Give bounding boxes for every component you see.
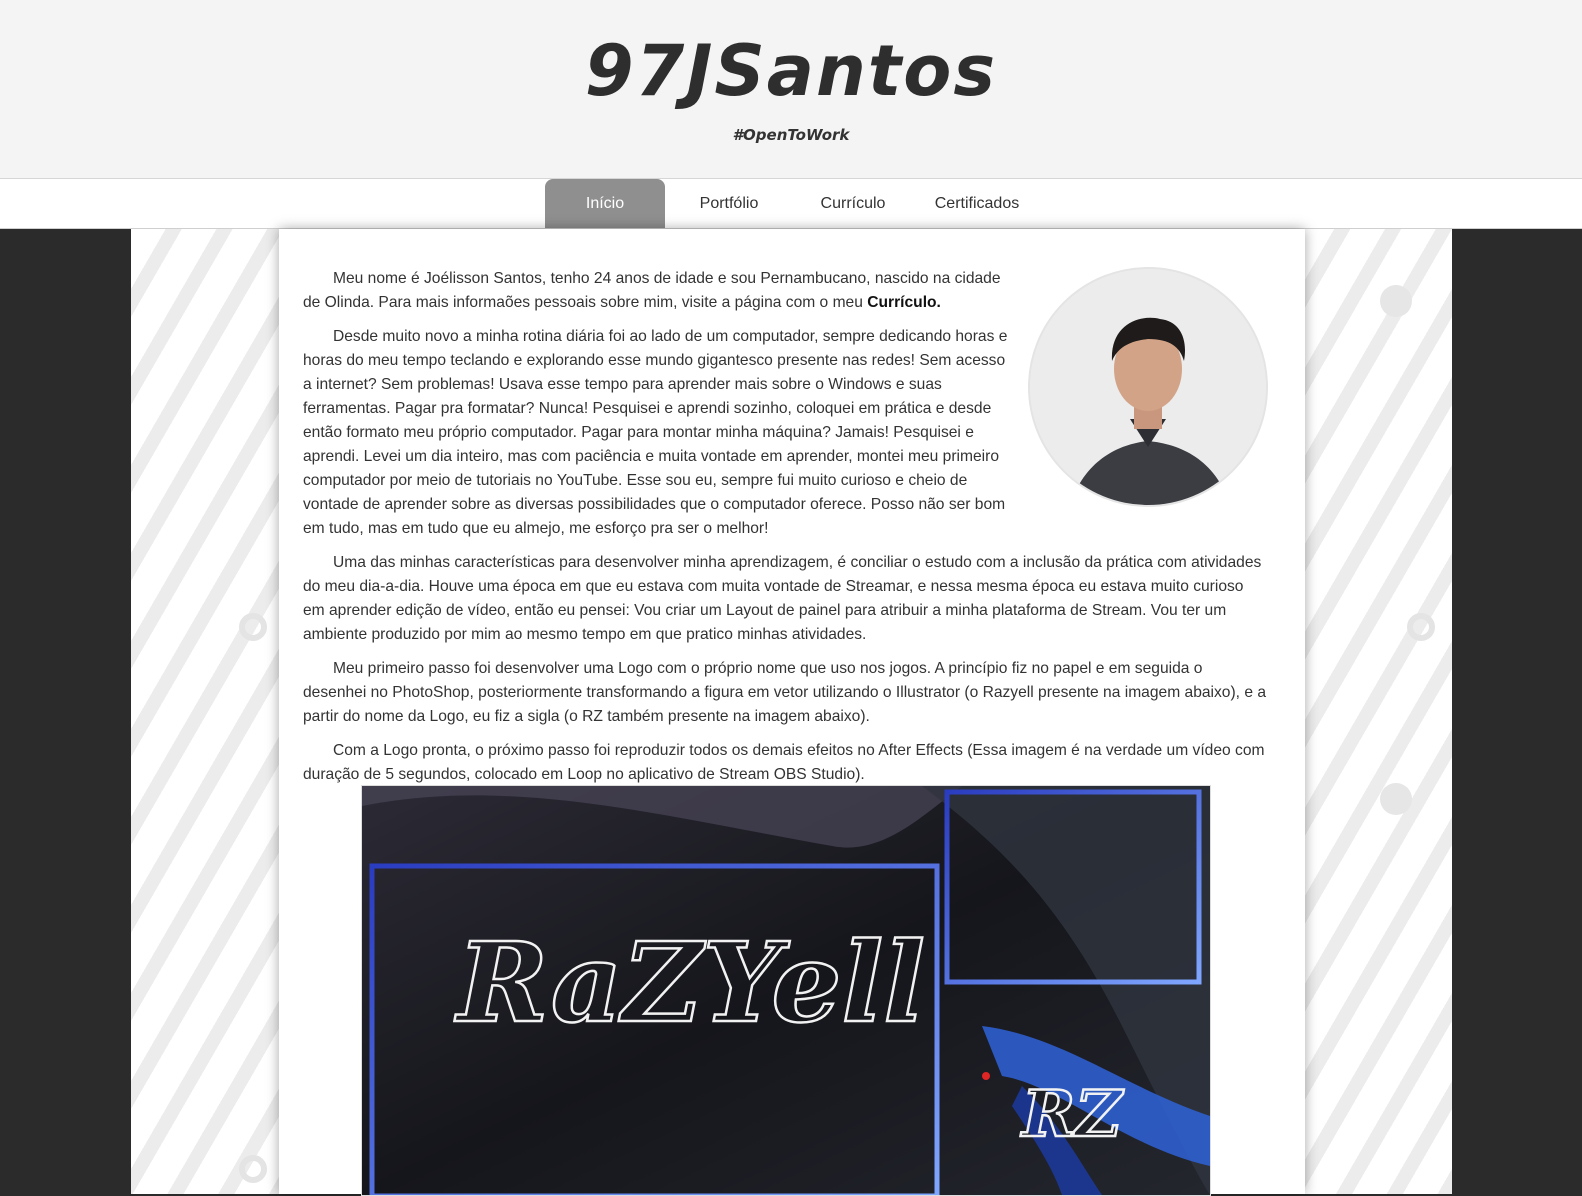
site-header: 97JSantos #OpenToWork (0, 0, 1582, 179)
paragraph-4: Meu primeiro passo foi desenvolver uma L… (303, 660, 1267, 725)
main-content: Meu nome é Joélisson Santos, tenho 24 an… (279, 229, 1305, 1196)
image-monogram-text: RZ (1020, 1077, 1124, 1152)
curriculo-link[interactable]: Currículo. (867, 294, 941, 311)
site-title: 97JSantos (584, 30, 998, 112)
tagline: #OpenToWork (732, 126, 850, 144)
nav-item-portfolio[interactable]: Portfólio (669, 179, 789, 228)
image-logo-text: RaZYell (454, 918, 925, 1047)
nav-item-inicio[interactable]: Início (545, 179, 665, 228)
paragraph-5: Com a Logo pronta, o próximo passo foi r… (303, 742, 1265, 783)
stream-layout-graphic: RaZYell RZ (362, 786, 1210, 1195)
stream-layout-image: RaZYell RZ (361, 785, 1211, 1196)
intro-text: Meu nome é Joélisson Santos, tenho 24 an… (303, 267, 1268, 797)
profile-photo (1028, 267, 1268, 507)
person-icon (1030, 269, 1266, 505)
nav-item-curriculo[interactable]: Currículo (793, 179, 913, 228)
paragraph-3: Uma das minhas características para dese… (303, 554, 1262, 643)
nav-item-certificados[interactable]: Certificados (917, 179, 1037, 228)
nav-bar: Início Portfólio Currículo Certificados (0, 179, 1582, 229)
